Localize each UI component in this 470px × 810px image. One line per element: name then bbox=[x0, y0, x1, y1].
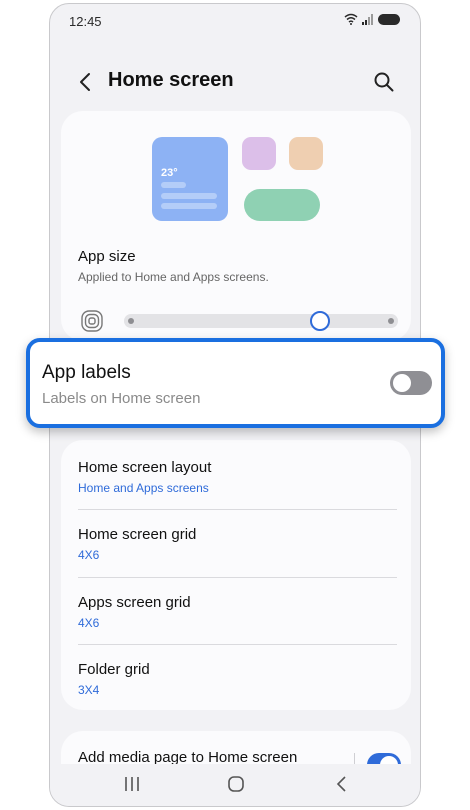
status-time: 12:45 bbox=[69, 14, 102, 29]
slider-tick bbox=[388, 318, 394, 324]
app-icon-preview bbox=[289, 137, 323, 170]
app-bar: Home screen bbox=[50, 60, 420, 104]
app-icon-preview bbox=[242, 137, 276, 170]
list-item-value: 3X4 bbox=[78, 683, 100, 697]
app-labels-title: App labels bbox=[42, 362, 131, 383]
weather-widget-preview: 23° bbox=[152, 137, 228, 221]
battery-icon bbox=[378, 13, 400, 25]
navigation-bar bbox=[50, 764, 420, 806]
list-item-home-screen-layout[interactable]: Home screen layout Home and Apps screens bbox=[61, 440, 411, 507]
status-icons bbox=[344, 13, 400, 25]
toggle-knob bbox=[393, 374, 411, 392]
list-item-apps-screen-grid[interactable]: Apps screen grid 4X6 bbox=[61, 575, 411, 642]
list-item-title: Home screen layout bbox=[78, 459, 212, 476]
slider-thumb[interactable] bbox=[310, 311, 330, 331]
list-item-value: 4X6 bbox=[78, 548, 100, 562]
status-bar: 12:45 bbox=[50, 4, 420, 36]
list-item-title: Home screen grid bbox=[78, 526, 197, 543]
preview-bar bbox=[161, 203, 217, 209]
list-item-title: Apps screen grid bbox=[78, 594, 191, 611]
page-title: Home screen bbox=[108, 69, 234, 91]
wifi-icon bbox=[344, 13, 358, 25]
grid-settings-card: Home screen layout Home and Apps screens… bbox=[61, 440, 411, 710]
list-item-value: Home and Apps screens bbox=[78, 481, 209, 495]
home-preview: 23° bbox=[61, 111, 411, 231]
app-labels-subtitle: Labels on Home screen bbox=[42, 390, 201, 407]
preview-temperature: 23° bbox=[161, 167, 178, 179]
search-icon[interactable] bbox=[372, 70, 396, 94]
list-item-folder-grid[interactable]: Folder grid 3X4 bbox=[61, 642, 411, 709]
preview-bar bbox=[161, 193, 217, 199]
app-labels-setting[interactable]: App labels Labels on Home screen bbox=[26, 338, 445, 428]
app-size-title: App size bbox=[78, 248, 136, 265]
app-labels-toggle[interactable] bbox=[390, 371, 432, 395]
list-item-home-screen-grid[interactable]: Home screen grid 4X6 bbox=[61, 507, 411, 574]
back-nav-icon[interactable] bbox=[330, 772, 354, 796]
app-size-card: 23° App size Applied to Home and Apps sc… bbox=[61, 111, 411, 341]
app-size-slider[interactable] bbox=[124, 311, 398, 331]
list-item-value: 4X6 bbox=[78, 616, 100, 630]
recents-icon[interactable] bbox=[120, 772, 144, 796]
widget-preview bbox=[244, 189, 320, 221]
app-size-subtitle: Applied to Home and Apps screens. bbox=[78, 270, 269, 284]
home-icon[interactable] bbox=[224, 772, 248, 796]
app-size-icon bbox=[81, 310, 103, 332]
slider-tick bbox=[128, 318, 134, 324]
back-icon[interactable] bbox=[74, 70, 98, 94]
list-item-title: Folder grid bbox=[78, 661, 150, 678]
signal-icon bbox=[362, 13, 373, 25]
preview-bar bbox=[161, 182, 186, 188]
